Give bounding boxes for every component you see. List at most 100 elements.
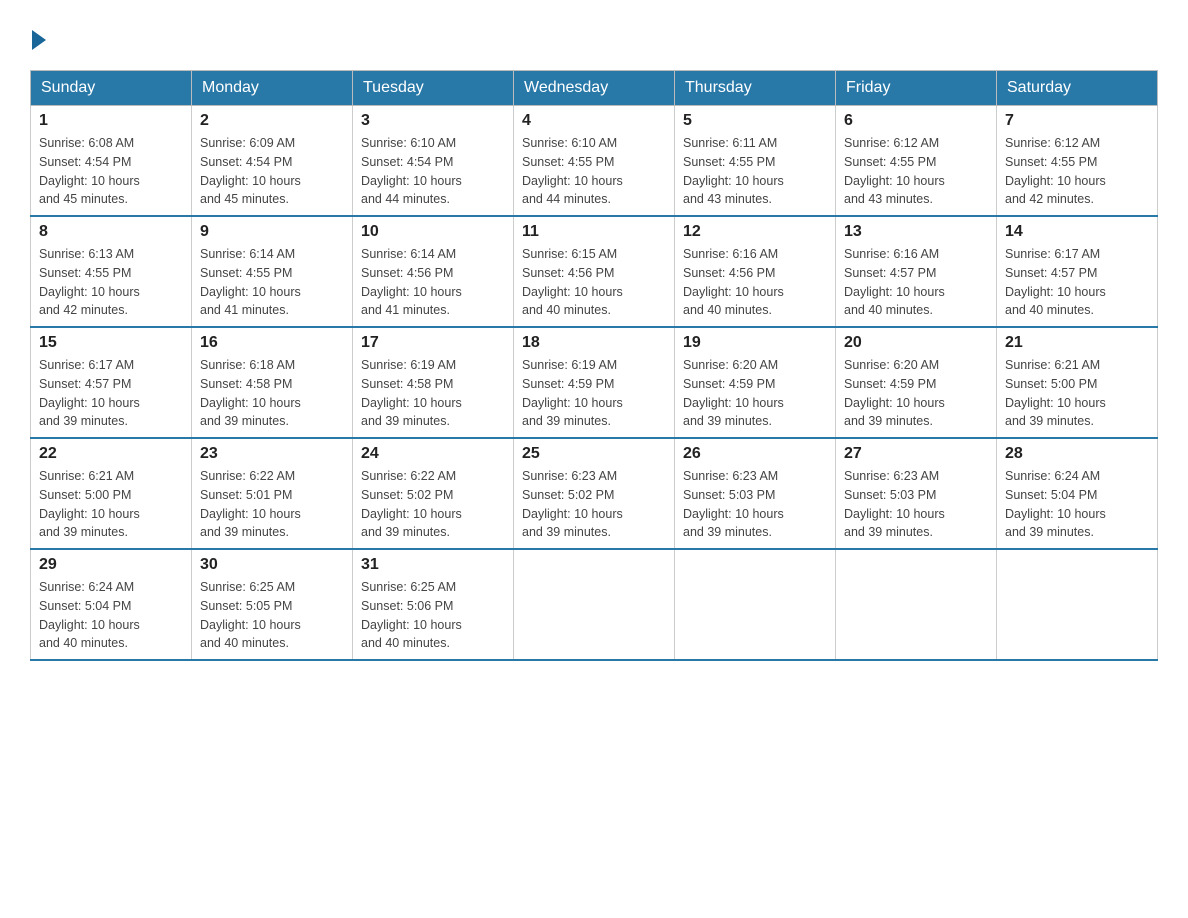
calendar-day-cell: 19 Sunrise: 6:20 AMSunset: 4:59 PMDayligh… [675,327,836,438]
calendar-day-cell: 18 Sunrise: 6:19 AMSunset: 4:59 PMDayligh… [514,327,675,438]
calendar-day-cell: 3 Sunrise: 6:10 AMSunset: 4:54 PMDaylight… [353,106,514,217]
day-info: Sunrise: 6:11 AMSunset: 4:55 PMDaylight:… [683,134,827,209]
calendar-table: SundayMondayTuesdayWednesdayThursdayFrid… [30,70,1158,661]
calendar-week-row: 8Sunrise: 6:13 AMSunset: 4:55 PMDaylight… [31,216,1158,327]
day-number: 24 [361,445,505,463]
day-number: 3 [361,112,505,130]
day-number: 5 [683,112,827,130]
day-info: Sunrise: 6:16 AMSunset: 4:57 PMDaylight:… [844,245,988,320]
day-number: 26 [683,445,827,463]
day-info: Sunrise: 6:20 AMSunset: 4:59 PMDaylight:… [683,356,827,431]
calendar-day-cell: 7 Sunrise: 6:12 AMSunset: 4:55 PMDaylight… [997,106,1158,217]
day-number: 27 [844,445,988,463]
calendar-day-cell: 24Sunrise: 6:22 AMSunset: 5:02 PMDayligh… [353,438,514,549]
day-info: Sunrise: 6:10 AMSunset: 4:55 PMDaylight:… [522,134,666,209]
calendar-day-cell: 23 Sunrise: 6:22 AMSunset: 5:01 PMDayligh… [192,438,353,549]
day-info: Sunrise: 6:19 AMSunset: 4:58 PMDaylight:… [361,356,505,431]
day-info: Sunrise: 6:12 AMSunset: 4:55 PMDaylight:… [844,134,988,209]
calendar-day-cell: 30 Sunrise: 6:25 AMSunset: 5:05 PMDayligh… [192,549,353,660]
calendar-day-cell: 25Sunrise: 6:23 AMSunset: 5:02 PMDayligh… [514,438,675,549]
calendar-day-cell: 2Sunrise: 6:09 AMSunset: 4:54 PMDaylight… [192,106,353,217]
day-number: 16 [200,334,344,352]
day-number: 15 [39,334,183,352]
calendar-day-cell: 6Sunrise: 6:12 AMSunset: 4:55 PMDaylight… [836,106,997,217]
calendar-day-cell: 15 Sunrise: 6:17 AMSunset: 4:57 PMDayligh… [31,327,192,438]
day-number: 25 [522,445,666,463]
calendar-day-cell: 5 Sunrise: 6:11 AMSunset: 4:55 PMDaylight… [675,106,836,217]
day-info: Sunrise: 6:24 AMSunset: 5:04 PMDaylight:… [39,578,183,653]
day-number: 20 [844,334,988,352]
day-number: 9 [200,223,344,241]
day-info: Sunrise: 6:25 AMSunset: 5:06 PMDaylight:… [361,578,505,653]
day-number: 30 [200,556,344,574]
calendar-day-cell: 26 Sunrise: 6:23 AMSunset: 5:03 PMDayligh… [675,438,836,549]
calendar-day-cell: 29 Sunrise: 6:24 AMSunset: 5:04 PMDayligh… [31,549,192,660]
calendar-week-row: 29 Sunrise: 6:24 AMSunset: 5:04 PMDayligh… [31,549,1158,660]
calendar-header-row: SundayMondayTuesdayWednesdayThursdayFrid… [31,71,1158,106]
day-info: Sunrise: 6:22 AMSunset: 5:01 PMDaylight:… [200,467,344,542]
calendar-day-cell: 27 Sunrise: 6:23 AMSunset: 5:03 PMDayligh… [836,438,997,549]
day-of-week-header: Tuesday [353,71,514,106]
logo [30,30,48,50]
calendar-day-cell: 9 Sunrise: 6:14 AMSunset: 4:55 PMDaylight… [192,216,353,327]
day-info: Sunrise: 6:23 AMSunset: 5:03 PMDaylight:… [844,467,988,542]
calendar-day-cell: 4Sunrise: 6:10 AMSunset: 4:55 PMDaylight… [514,106,675,217]
day-info: Sunrise: 6:23 AMSunset: 5:03 PMDaylight:… [683,467,827,542]
day-info: Sunrise: 6:14 AMSunset: 4:55 PMDaylight:… [200,245,344,320]
calendar-day-cell: 21 Sunrise: 6:21 AMSunset: 5:00 PMDayligh… [997,327,1158,438]
day-of-week-header: Sunday [31,71,192,106]
day-number: 7 [1005,112,1149,130]
calendar-week-row: 15 Sunrise: 6:17 AMSunset: 4:57 PMDayligh… [31,327,1158,438]
day-info: Sunrise: 6:21 AMSunset: 5:00 PMDaylight:… [39,467,183,542]
calendar-day-cell: 12Sunrise: 6:16 AMSunset: 4:56 PMDayligh… [675,216,836,327]
day-number: 18 [522,334,666,352]
calendar-day-cell: 14Sunrise: 6:17 AMSunset: 4:57 PMDayligh… [997,216,1158,327]
day-info: Sunrise: 6:19 AMSunset: 4:59 PMDaylight:… [522,356,666,431]
day-info: Sunrise: 6:10 AMSunset: 4:54 PMDaylight:… [361,134,505,209]
calendar-day-cell: 20 Sunrise: 6:20 AMSunset: 4:59 PMDayligh… [836,327,997,438]
day-info: Sunrise: 6:24 AMSunset: 5:04 PMDaylight:… [1005,467,1149,542]
calendar-day-cell: 17 Sunrise: 6:19 AMSunset: 4:58 PMDayligh… [353,327,514,438]
calendar-day-cell: 28 Sunrise: 6:24 AMSunset: 5:04 PMDayligh… [997,438,1158,549]
day-info: Sunrise: 6:09 AMSunset: 4:54 PMDaylight:… [200,134,344,209]
day-number: 17 [361,334,505,352]
calendar-day-cell: 10 Sunrise: 6:14 AMSunset: 4:56 PMDayligh… [353,216,514,327]
day-of-week-header: Friday [836,71,997,106]
day-info: Sunrise: 6:17 AMSunset: 4:57 PMDaylight:… [39,356,183,431]
calendar-day-cell [997,549,1158,660]
day-info: Sunrise: 6:13 AMSunset: 4:55 PMDaylight:… [39,245,183,320]
day-info: Sunrise: 6:08 AMSunset: 4:54 PMDaylight:… [39,134,183,209]
day-of-week-header: Wednesday [514,71,675,106]
day-of-week-header: Saturday [997,71,1158,106]
calendar-day-cell: 11 Sunrise: 6:15 AMSunset: 4:56 PMDayligh… [514,216,675,327]
day-info: Sunrise: 6:14 AMSunset: 4:56 PMDaylight:… [361,245,505,320]
day-of-week-header: Monday [192,71,353,106]
day-info: Sunrise: 6:21 AMSunset: 5:00 PMDaylight:… [1005,356,1149,431]
calendar-day-cell: 31 Sunrise: 6:25 AMSunset: 5:06 PMDayligh… [353,549,514,660]
day-number: 22 [39,445,183,463]
day-number: 14 [1005,223,1149,241]
day-info: Sunrise: 6:15 AMSunset: 4:56 PMDaylight:… [522,245,666,320]
logo-triangle-icon [32,30,46,50]
day-info: Sunrise: 6:25 AMSunset: 5:05 PMDaylight:… [200,578,344,653]
calendar-week-row: 22 Sunrise: 6:21 AMSunset: 5:00 PMDayligh… [31,438,1158,549]
page-header [30,20,1158,50]
day-number: 1 [39,112,183,130]
day-info: Sunrise: 6:16 AMSunset: 4:56 PMDaylight:… [683,245,827,320]
calendar-week-row: 1 Sunrise: 6:08 AMSunset: 4:54 PMDaylight… [31,106,1158,217]
day-number: 10 [361,223,505,241]
calendar-day-cell [836,549,997,660]
day-number: 28 [1005,445,1149,463]
day-number: 29 [39,556,183,574]
day-number: 23 [200,445,344,463]
day-info: Sunrise: 6:20 AMSunset: 4:59 PMDaylight:… [844,356,988,431]
day-number: 11 [522,223,666,241]
day-number: 13 [844,223,988,241]
day-number: 31 [361,556,505,574]
calendar-day-cell [514,549,675,660]
day-info: Sunrise: 6:12 AMSunset: 4:55 PMDaylight:… [1005,134,1149,209]
day-number: 21 [1005,334,1149,352]
calendar-day-cell: 13 Sunrise: 6:16 AMSunset: 4:57 PMDayligh… [836,216,997,327]
day-number: 19 [683,334,827,352]
day-of-week-header: Thursday [675,71,836,106]
